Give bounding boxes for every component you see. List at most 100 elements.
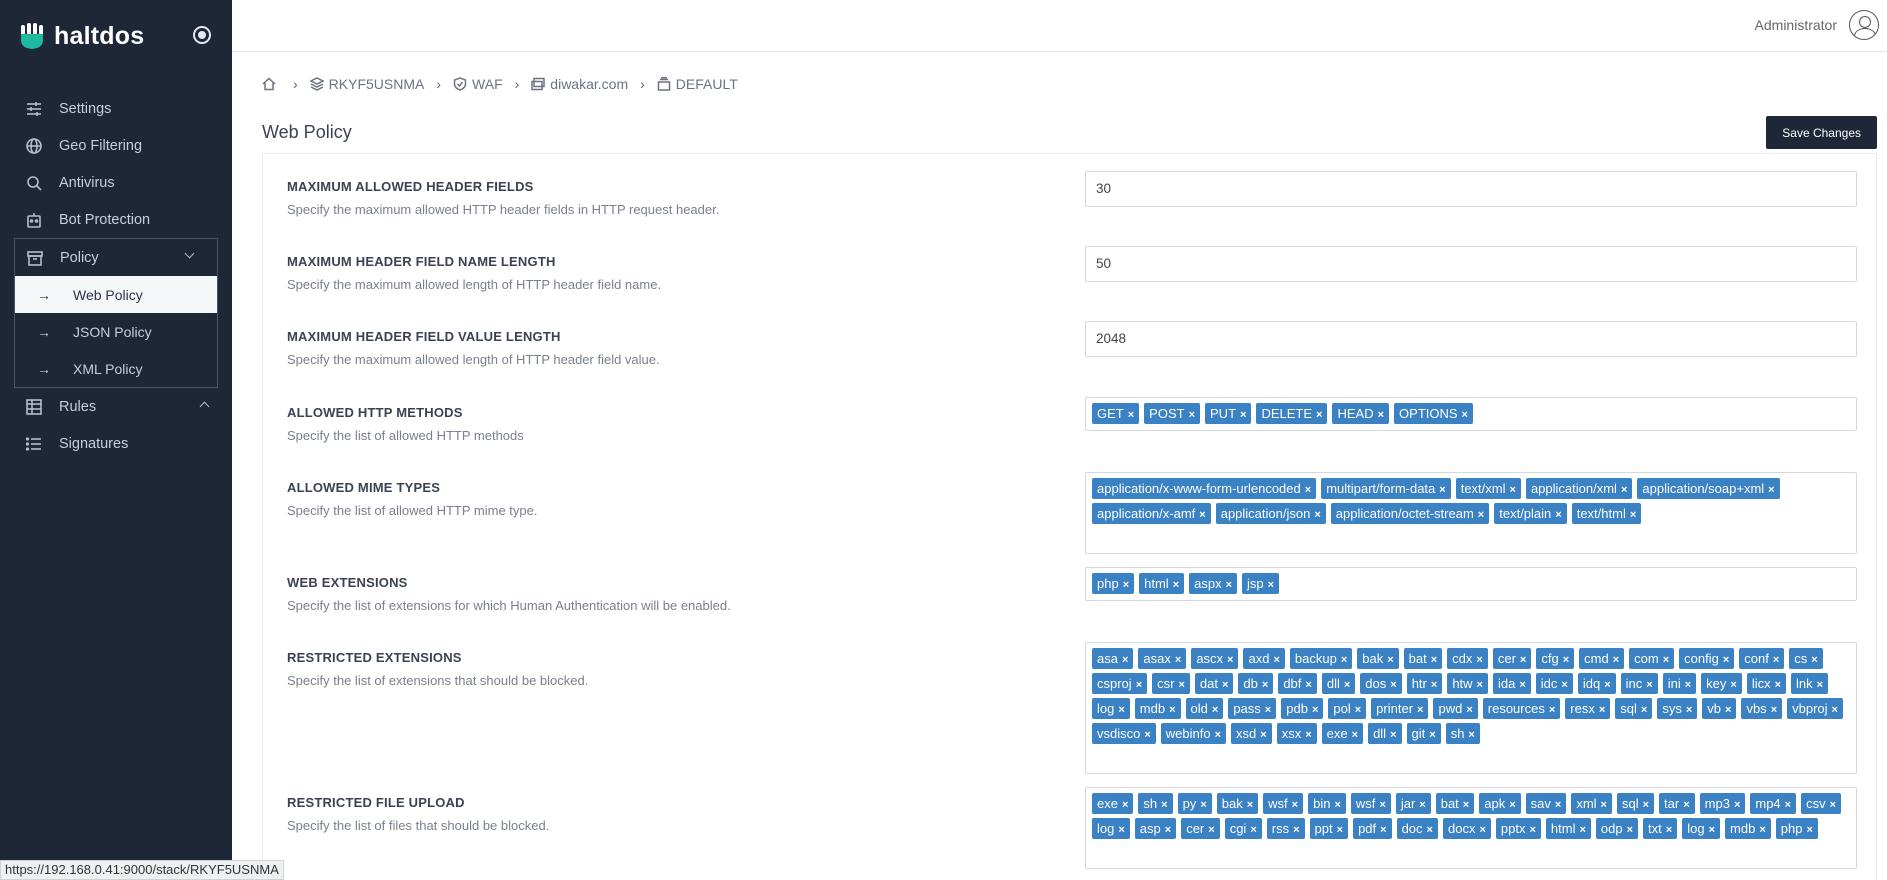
remove-tag-icon[interactable]: ×	[1260, 729, 1266, 741]
remove-tag-icon[interactable]: ×	[1380, 824, 1386, 836]
remove-tag-icon[interactable]: ×	[1212, 704, 1218, 716]
remove-tag-icon[interactable]: ×	[1165, 824, 1171, 836]
remove-tag-icon[interactable]: ×	[1178, 679, 1184, 691]
remove-tag-icon[interactable]: ×	[1519, 679, 1525, 691]
breadcrumb-waf[interactable]: WAF	[453, 76, 503, 92]
remove-tag-icon[interactable]: ×	[1305, 729, 1311, 741]
remove-tag-icon[interactable]: ×	[1379, 799, 1385, 811]
remove-tag-icon[interactable]: ×	[1268, 579, 1274, 591]
restricted-extensions-tag-input[interactable]: asa × asax × ascx × axd × backup × bak × bat × cdx × cer…	[1085, 642, 1857, 774]
sidebar-subitem-web-policy[interactable]: → Web Policy	[15, 276, 217, 313]
remove-tag-icon[interactable]: ×	[1529, 824, 1535, 836]
remove-tag-icon[interactable]: ×	[1316, 409, 1322, 421]
remove-tag-icon[interactable]: ×	[1555, 799, 1561, 811]
remove-tag-icon[interactable]: ×	[1337, 824, 1343, 836]
remove-tag-icon[interactable]: ×	[1775, 679, 1781, 691]
remove-tag-icon[interactable]: ×	[1771, 704, 1777, 716]
remove-tag-icon[interactable]: ×	[1773, 654, 1779, 666]
remove-tag-icon[interactable]: ×	[1431, 654, 1437, 666]
restricted-upload-tag-input[interactable]: exe × sh × py × bak × wsf × bin × wsf × jar × bat × apk × sa…	[1085, 787, 1857, 869]
remove-tag-icon[interactable]: ×	[1250, 824, 1256, 836]
remove-tag-icon[interactable]: ×	[1462, 409, 1468, 421]
remove-tag-icon[interactable]: ×	[1144, 729, 1150, 741]
remove-tag-icon[interactable]: ×	[1604, 679, 1610, 691]
remove-tag-icon[interactable]: ×	[1240, 409, 1246, 421]
remove-tag-icon[interactable]: ×	[1215, 729, 1221, 741]
remove-tag-icon[interactable]: ×	[1128, 409, 1134, 421]
breadcrumb-profile[interactable]: DEFAULT	[657, 76, 738, 92]
remove-tag-icon[interactable]: ×	[1122, 654, 1128, 666]
remove-tag-icon[interactable]: ×	[1200, 799, 1206, 811]
remove-tag-icon[interactable]: ×	[1509, 799, 1515, 811]
remove-tag-icon[interactable]: ×	[1734, 799, 1740, 811]
remove-tag-icon[interactable]: ×	[1247, 799, 1253, 811]
remove-tag-icon[interactable]: ×	[1118, 704, 1124, 716]
remove-tag-icon[interactable]: ×	[1549, 704, 1555, 716]
remove-tag-icon[interactable]: ×	[1520, 654, 1526, 666]
breadcrumb-domain[interactable]: diwakar.com	[531, 76, 628, 92]
remove-tag-icon[interactable]: ×	[1293, 824, 1299, 836]
remove-tag-icon[interactable]: ×	[1646, 679, 1652, 691]
remove-tag-icon[interactable]: ×	[1305, 484, 1311, 496]
remove-tag-icon[interactable]: ×	[1312, 704, 1318, 716]
remove-tag-icon[interactable]: ×	[1314, 509, 1320, 521]
remove-tag-icon[interactable]: ×	[1161, 799, 1167, 811]
sidebar-subitem-json-policy[interactable]: → JSON Policy	[15, 313, 217, 350]
remove-tag-icon[interactable]: ×	[1479, 824, 1485, 836]
remove-tag-icon[interactable]: ×	[1759, 824, 1765, 836]
remove-tag-icon[interactable]: ×	[1811, 654, 1817, 666]
remove-tag-icon[interactable]: ×	[1227, 654, 1233, 666]
remove-tag-icon[interactable]: ×	[1122, 799, 1128, 811]
remove-tag-icon[interactable]: ×	[1666, 824, 1672, 836]
remove-tag-icon[interactable]: ×	[1477, 679, 1483, 691]
remove-tag-icon[interactable]: ×	[1768, 484, 1774, 496]
remove-tag-icon[interactable]: ×	[1830, 799, 1836, 811]
remove-tag-icon[interactable]: ×	[1723, 654, 1729, 666]
remove-tag-icon[interactable]: ×	[1730, 679, 1736, 691]
remove-tag-icon[interactable]: ×	[1417, 704, 1423, 716]
remove-tag-icon[interactable]: ×	[1341, 654, 1347, 666]
sidebar-item-antivirus[interactable]: Antivirus	[0, 164, 232, 201]
remove-tag-icon[interactable]: ×	[1292, 799, 1298, 811]
remove-tag-icon[interactable]: ×	[1222, 679, 1228, 691]
remove-tag-icon[interactable]: ×	[1262, 679, 1268, 691]
remove-tag-icon[interactable]: ×	[1427, 824, 1433, 836]
remove-tag-icon[interactable]: ×	[1208, 824, 1214, 836]
sidebar-item-geo-filtering[interactable]: Geo Filtering	[0, 127, 232, 164]
remove-tag-icon[interactable]: ×	[1630, 509, 1636, 521]
remove-tag-icon[interactable]: ×	[1806, 824, 1812, 836]
remove-tag-icon[interactable]: ×	[1579, 824, 1585, 836]
remove-tag-icon[interactable]: ×	[1390, 679, 1396, 691]
max-name-length-input[interactable]: 50	[1085, 246, 1857, 282]
remove-tag-icon[interactable]: ×	[1641, 704, 1647, 716]
sidebar-item-settings[interactable]: Settings	[0, 90, 232, 127]
remove-tag-icon[interactable]: ×	[1510, 484, 1516, 496]
sidebar-subitem-xml-policy[interactable]: → XML Policy	[15, 350, 217, 387]
remove-tag-icon[interactable]: ×	[1832, 704, 1838, 716]
web-extensions-tag-input[interactable]: php × html × aspx × jsp ×	[1085, 567, 1857, 601]
remove-tag-icon[interactable]: ×	[1344, 679, 1350, 691]
remove-tag-icon[interactable]: ×	[1189, 409, 1195, 421]
remove-tag-icon[interactable]: ×	[1599, 704, 1605, 716]
remove-tag-icon[interactable]: ×	[1563, 654, 1569, 666]
remove-tag-icon[interactable]: ×	[1118, 824, 1124, 836]
breadcrumb-stack[interactable]: RKYF5USNMA	[309, 76, 424, 92]
remove-tag-icon[interactable]: ×	[1265, 704, 1271, 716]
remove-tag-icon[interactable]: ×	[1305, 679, 1311, 691]
user-name[interactable]: Administrator	[1755, 17, 1837, 33]
remove-tag-icon[interactable]: ×	[1463, 799, 1469, 811]
remove-tag-icon[interactable]: ×	[1439, 484, 1445, 496]
sidebar-toggle-icon[interactable]	[193, 26, 211, 44]
remove-tag-icon[interactable]: ×	[1273, 654, 1279, 666]
remove-tag-icon[interactable]: ×	[1378, 409, 1384, 421]
remove-tag-icon[interactable]: ×	[1621, 484, 1627, 496]
remove-tag-icon[interactable]: ×	[1123, 579, 1129, 591]
remove-tag-icon[interactable]: ×	[1199, 509, 1205, 521]
remove-tag-icon[interactable]: ×	[1709, 824, 1715, 836]
remove-tag-icon[interactable]: ×	[1627, 824, 1633, 836]
remove-tag-icon[interactable]: ×	[1334, 799, 1340, 811]
remove-tag-icon[interactable]: ×	[1643, 799, 1649, 811]
remove-tag-icon[interactable]: ×	[1478, 509, 1484, 521]
user-avatar-icon[interactable]	[1849, 10, 1879, 40]
remove-tag-icon[interactable]: ×	[1431, 679, 1437, 691]
